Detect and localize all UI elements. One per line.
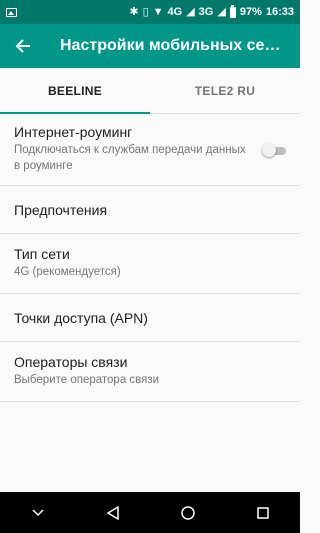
setting-apn[interactable]: Точки доступа (APN) [0,294,300,342]
setting-summary: Выберите оператора связи [14,374,160,387]
chevron-down-glyph [31,508,44,516]
chevron-down-icon[interactable] [26,501,50,525]
recents-square-glyph [256,506,269,519]
status-bar: ✱ ▯ ▼ 4G ◢ 3G ◢ 97% 16:33 [0,0,300,24]
battery-icon [229,4,236,18]
tab-beeline[interactable]: BEELINE [0,68,150,114]
arrow-back-glyph [15,39,30,53]
page-title: Настройки мобильных се… [60,37,281,54]
setting-network-type[interactable]: Тип сети 4G (рекомендуется) [0,234,300,294]
setting-operators[interactable]: Операторы связи Выберите оператора связи [0,342,300,402]
settings-list: Интернет-роуминг Подключаться к службам … [0,114,300,402]
bluetooth-icon: ✱ [129,5,139,18]
back-triangle-icon[interactable] [101,501,125,525]
app-bar: Настройки мобильных се… [0,24,300,68]
home-circle-icon[interactable] [176,501,200,525]
signal-icon-1: ◢ [186,5,195,18]
setting-title: Точки доступа (APN) [14,309,148,326]
roaming-toggle[interactable] [262,142,286,157]
network-type-1: 4G [167,6,183,18]
setting-title: Тип сети [14,246,70,263]
wifi-icon: ▼ [152,5,164,18]
image-notification-icon [6,7,17,17]
setting-preferences[interactable]: Предпочтения [0,186,300,234]
setting-title: Операторы связи [14,354,128,371]
recents-square-icon[interactable] [251,501,275,525]
sim-tabs: BEELINE TELE2 RU [0,68,300,114]
toggle-thumb [262,142,276,157]
setting-summary: 4G (рекомендуется) [14,266,121,279]
setting-summary: Подключаться к службам передачи данных в… [14,144,246,172]
tab-tele2[interactable]: TELE2 RU [150,68,300,113]
arrow-back-icon[interactable] [0,24,46,68]
network-type-2: 3G [198,6,214,18]
signal-icon-2: ◢ [217,5,226,18]
vibrate-icon: ▯ [142,5,149,18]
battery-percent: 97% [239,6,262,18]
navigation-bar [0,492,300,533]
setting-title: Интернет-роуминг [14,124,133,141]
home-circle-glyph [180,505,195,520]
back-triangle-glyph [106,505,119,520]
setting-title: Предпочтения [14,201,108,218]
clock: 16:33 [265,6,294,18]
setting-data-roaming[interactable]: Интернет-роуминг Подключаться к службам … [0,114,300,186]
